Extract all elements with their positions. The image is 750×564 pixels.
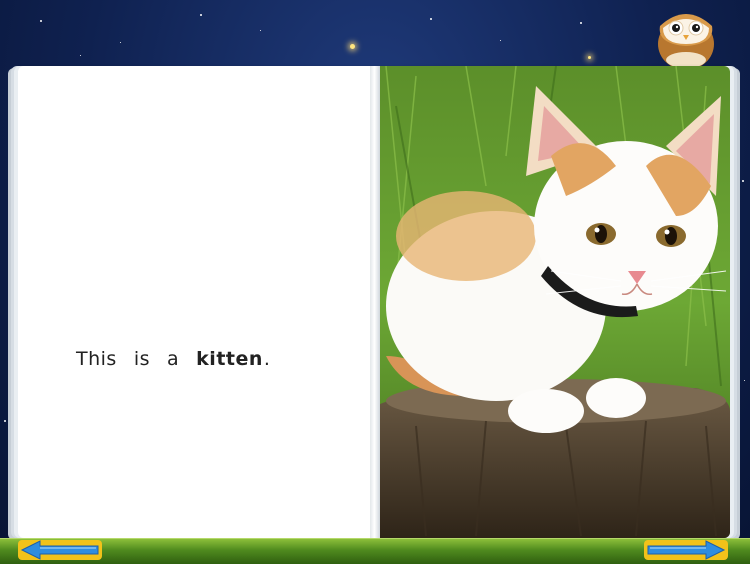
book-spine: [370, 66, 380, 538]
word-this[interactable]: This: [76, 348, 117, 370]
sentence-period: .: [263, 348, 271, 370]
word-is[interactable]: is: [134, 348, 150, 370]
word-kitten[interactable]: kitten: [196, 348, 263, 370]
next-page-button[interactable]: [644, 540, 728, 560]
word-a[interactable]: a: [167, 348, 179, 370]
previous-page-button[interactable]: [18, 540, 102, 560]
bright-star-icon: [350, 44, 355, 49]
story-sentence: This is a kitten.: [76, 348, 287, 370]
arrow-right-icon: [644, 540, 728, 560]
book-right-page: [376, 66, 730, 538]
owl-icon[interactable]: [651, 4, 721, 68]
book-left-page: This is a kitten.: [18, 66, 375, 538]
arrow-left-icon: [18, 540, 102, 560]
bottom-toolbar: [0, 538, 750, 564]
kitten-photo: [376, 66, 730, 538]
